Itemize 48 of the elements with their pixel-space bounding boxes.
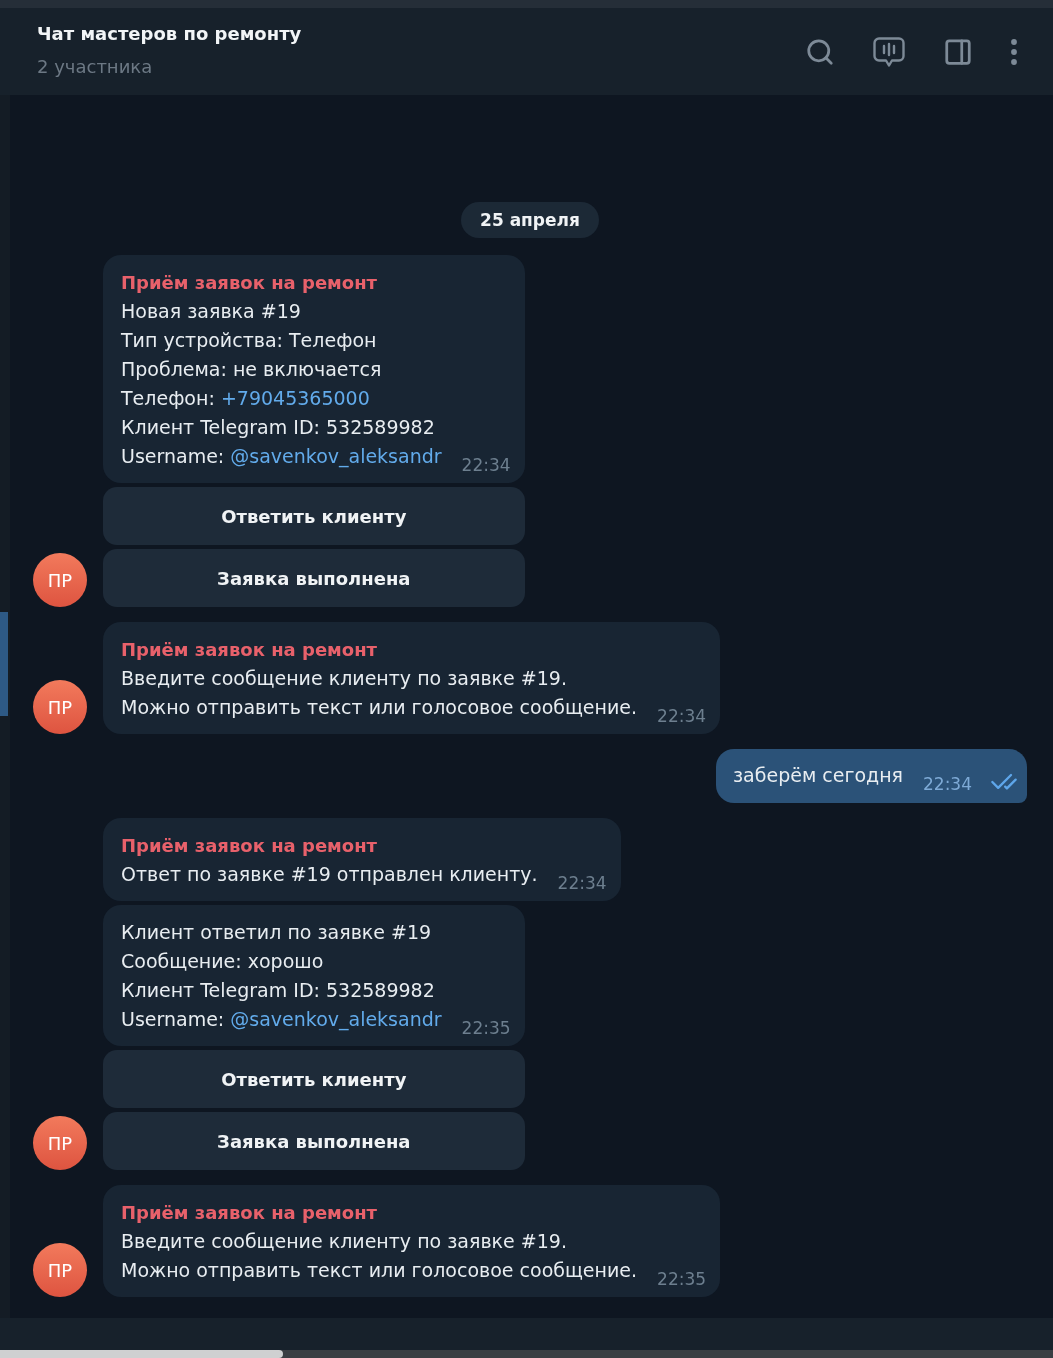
sender-name[interactable]: Приём заявок на ремонт	[121, 635, 638, 664]
sender-name[interactable]: Приём заявок на ремонт	[121, 268, 442, 297]
sender-name[interactable]: Приём заявок на ремонт	[121, 831, 538, 860]
avatar[interactable]: ПР	[33, 1116, 87, 1170]
scrollbar-thumb[interactable]	[0, 612, 8, 716]
message-time: 22:34	[657, 706, 707, 726]
message-time: 22:34	[557, 873, 607, 893]
message-text: Username: @savenkov_aleksandr	[121, 1007, 442, 1033]
member-count: 2 участника	[37, 55, 154, 79]
avatar[interactable]: ПР	[33, 553, 87, 607]
inline-button[interactable]: Ответить клиенту	[103, 487, 525, 545]
message-text: Введите сообщение клиенту по заявке #19.	[121, 1229, 568, 1254]
message-text: Клиент Telegram ID: 532589982	[121, 978, 436, 1003]
message-link[interactable]: @savenkov_aleksandr	[230, 1008, 442, 1030]
message-time: 22:34	[923, 774, 972, 794]
search-icon[interactable]	[805, 36, 835, 67]
message-link[interactable]: @savenkov_aleksandr	[230, 445, 442, 467]
message-text: заберём сегодня	[733, 763, 903, 788]
inline-button[interactable]: Заявка выполнена	[103, 549, 525, 607]
message-time: 22:35	[461, 1018, 511, 1038]
avatar[interactable]: ПР	[33, 1243, 87, 1297]
inline-button[interactable]: Заявка выполнена	[103, 1112, 525, 1170]
message-time: 22:35	[657, 1269, 707, 1289]
message-text: Ответ по заявке #19 отправлен клиенту.	[121, 862, 538, 887]
message-text: Проблема: не включается	[121, 357, 383, 382]
message-text: Тип устройства: Телефон	[121, 328, 378, 353]
message-text: Можно отправить текст или голосовое сообщение.	[121, 695, 638, 720]
date-separator: 25 апреля	[461, 202, 599, 238]
more-menu-icon[interactable]	[1011, 38, 1017, 65]
inline-button[interactable]: Ответить клиенту	[103, 1050, 525, 1108]
scrollbar-thumb[interactable]	[0, 1350, 283, 1358]
avatar[interactable]: ПР	[33, 680, 87, 734]
message-text: Сообщение: хорошо	[121, 949, 325, 974]
message-time: 22:34	[461, 455, 511, 475]
side-panel-icon[interactable]	[943, 36, 973, 67]
message-text: Можно отправить текст или голосовое сообщение.	[121, 1258, 638, 1283]
sender-name[interactable]: Приём заявок на ремонт	[121, 1198, 638, 1227]
scrollbar-track[interactable]	[0, 1350, 1053, 1358]
speech-bubble-icon[interactable]	[873, 36, 905, 67]
message-text: Клиент ответил по заявке #19	[121, 920, 433, 945]
message-link[interactable]: +79045365000	[220, 387, 370, 409]
message-text: Новая заявка #19	[121, 299, 302, 324]
message-text: Username: @savenkov_aleksandr	[121, 444, 442, 470]
message-text: Клиент Telegram ID: 532589982	[121, 415, 436, 440]
message-input-field[interactable]	[0, 1318, 1053, 1350]
message-text: Введите сообщение клиенту по заявке #19.	[121, 666, 568, 691]
message-text: Телефон: +79045365000	[121, 386, 371, 411]
chat-title[interactable]: Чат мастеров по ремонту	[37, 22, 302, 46]
